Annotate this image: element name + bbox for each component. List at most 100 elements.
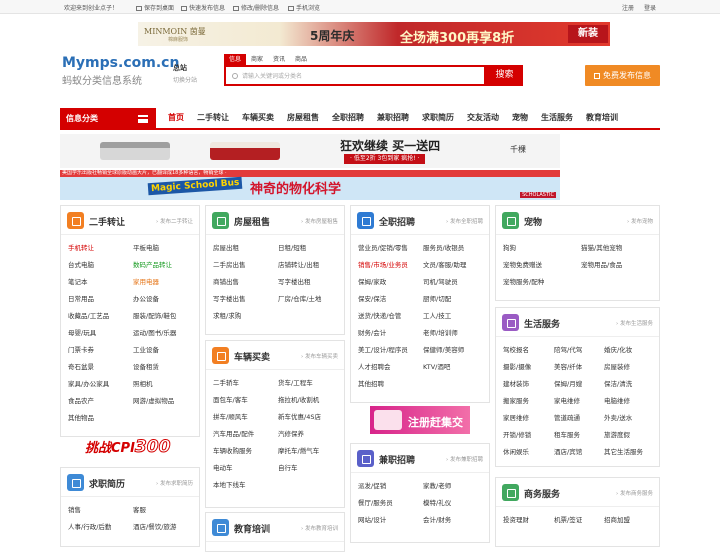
category-link[interactable]: 休闲娱乐 [503, 446, 529, 456]
section-post-link[interactable]: › 发布求职简历 [156, 479, 193, 487]
category-link[interactable]: 销售/市场/业务员 [358, 259, 408, 269]
search-tab-shops[interactable]: 商家 [246, 54, 268, 65]
category-link[interactable]: 保姆/家政 [358, 276, 386, 286]
category-link[interactable]: 其他招聘 [358, 378, 384, 388]
category-link[interactable]: 美容/纤体 [554, 361, 582, 371]
category-link[interactable]: 服务员/收银员 [423, 242, 464, 252]
category-link[interactable]: 二手房出售 [213, 259, 246, 269]
category-link[interactable]: 收藏品/工艺品 [68, 310, 109, 320]
section-post-link[interactable]: › 发布兼职招聘 [446, 455, 483, 463]
category-link[interactable]: 财务/会计 [358, 327, 386, 337]
category-link[interactable]: 其他物品 [68, 412, 94, 422]
search-tab-goods[interactable]: 商品 [290, 54, 312, 65]
category-link[interactable]: 自行车 [278, 462, 298, 472]
category-link[interactable]: 二手轿车 [213, 377, 239, 387]
category-link[interactable]: 派发/促销 [358, 480, 386, 490]
category-link[interactable]: 汽车用品/配件 [213, 428, 254, 438]
category-link[interactable]: 司机/驾驶员 [423, 276, 458, 286]
category-link[interactable]: 文员/客服/助理 [423, 259, 466, 269]
search-tab-info[interactable]: 信息 [224, 54, 247, 65]
category-link[interactable]: 管道疏通 [554, 412, 580, 422]
category-link[interactable]: 房屋装修 [604, 361, 630, 371]
category-link[interactable]: 厂房/仓库/土地 [278, 293, 321, 303]
category-link[interactable]: 房屋出租 [213, 242, 239, 252]
nav-ershou[interactable]: 二手转让 [197, 108, 229, 128]
category-link[interactable]: 运动/图书/乐器 [133, 327, 176, 337]
category-link[interactable]: 外卖/送水 [604, 412, 632, 422]
category-link[interactable]: 写字楼出售 [213, 293, 246, 303]
category-link[interactable]: 办公设备 [133, 293, 159, 303]
category-link[interactable]: 食品农产 [68, 395, 94, 405]
section-post-link[interactable]: › 发布商务服务 [616, 489, 653, 497]
register-link[interactable]: 注册 [622, 3, 634, 12]
nav-fangwu[interactable]: 房屋租售 [287, 108, 319, 128]
category-link[interactable]: 会计/财务 [423, 514, 451, 524]
category-link[interactable]: 家用电器 [133, 276, 159, 286]
category-link[interactable]: 送货/快递/仓管 [358, 310, 401, 320]
category-link[interactable]: 台式电脑 [68, 259, 94, 269]
category-link[interactable]: 其它生活服务 [604, 446, 643, 456]
nav-shenghuo[interactable]: 生活服务 [541, 108, 573, 128]
category-link[interactable]: 家电维修 [554, 395, 580, 405]
nav-jianzhi[interactable]: 兼职招聘 [377, 108, 409, 128]
category-link[interactable]: 奇石盆景 [68, 361, 94, 371]
category-link[interactable]: 车辆收购服务 [213, 445, 252, 455]
category-link[interactable]: 数码产品转让 [133, 259, 172, 269]
category-link[interactable]: 宠物用品/食品 [581, 259, 622, 269]
section-post-link[interactable]: › 发布房屋租售 [301, 217, 338, 225]
category-link[interactable]: 店铺转让/出租 [278, 259, 319, 269]
category-link[interactable]: 营业员/促销/零售 [358, 242, 408, 252]
category-link[interactable]: 求租/求购 [213, 310, 241, 320]
category-link[interactable]: 美工/设计/程序员 [358, 344, 408, 354]
cpi-ad[interactable]: 挑战CPI300 [85, 437, 181, 459]
category-link[interactable]: 餐厅/服务员 [358, 497, 393, 507]
category-link[interactable]: 搬家服务 [503, 395, 529, 405]
site-logo[interactable]: Mymps.com.cn 蚂蚁分类信息系统 [62, 55, 179, 87]
category-link[interactable]: 开锁/修锁 [503, 429, 531, 439]
category-link[interactable]: 日常用品 [68, 293, 94, 303]
nav-jiaoyu[interactable]: 教育培训 [586, 108, 618, 128]
nav-home[interactable]: 首页 [168, 108, 184, 128]
section-post-link[interactable]: › 发布车辆买卖 [301, 352, 338, 360]
category-link[interactable]: 人事/行政/后勤 [68, 521, 111, 531]
top-banner-ad[interactable]: MINMOIN 茵曼 棉麻服饰 5周年庆 全场满300再享8折 新装 [138, 22, 610, 46]
category-link[interactable]: 机票/签证 [554, 514, 582, 524]
mobile-link[interactable]: 手机浏览 [288, 3, 320, 12]
category-link[interactable]: 陪驾/代驾 [554, 344, 582, 354]
category-link[interactable]: 厨师/切配 [423, 293, 451, 303]
category-link[interactable]: 人才招聘会 [358, 361, 391, 371]
switch-station-link[interactable]: 切换分站 [173, 75, 197, 84]
category-link[interactable]: 网站/设计 [358, 514, 386, 524]
search-button[interactable]: 搜索 [486, 65, 523, 86]
category-link[interactable]: 服装/配饰/鞋包 [133, 310, 176, 320]
category-link[interactable]: 汽修保养 [278, 428, 304, 438]
category-link[interactable]: 货车/工程车 [278, 377, 313, 387]
furniture-ad-banner[interactable]: 狂欢继续 买一送四 · 低至2折 3包到家 疯抢! · 千棵 [60, 134, 560, 168]
category-link[interactable]: 写字楼出租 [278, 276, 311, 286]
category-link[interactable]: 保洁/清洗 [604, 378, 632, 388]
category-link[interactable]: 狗狗 [503, 242, 516, 252]
category-link[interactable]: 宠物免费赠送 [503, 259, 542, 269]
section-post-link[interactable]: › 发布生活服务 [616, 319, 653, 327]
save-desktop-link[interactable]: 保存到桌面 [136, 3, 174, 12]
category-link[interactable]: 新车优惠/4S店 [278, 411, 321, 421]
category-link[interactable]: 日租/短租 [278, 242, 306, 252]
category-link[interactable]: 家居维修 [503, 412, 529, 422]
category-link[interactable]: 平板电脑 [133, 242, 159, 252]
section-post-link[interactable]: › 发布二手转让 [156, 217, 193, 225]
category-link[interactable]: 网游/虚拟物品 [133, 395, 174, 405]
category-link[interactable]: 保安/保洁 [358, 293, 386, 303]
quick-post-link[interactable]: 快速发布信息 [181, 3, 225, 12]
category-link[interactable]: 面包车/客车 [213, 394, 248, 404]
category-link[interactable]: 保姆/月嫂 [554, 378, 582, 388]
category-link[interactable]: 照相机 [133, 378, 153, 388]
register-ad[interactable]: 注册赶集交 [370, 406, 470, 434]
category-link[interactable]: 保健师/美容师 [423, 344, 464, 354]
category-link[interactable]: 门票卡券 [68, 344, 94, 354]
category-link[interactable]: 设备租赁 [133, 361, 159, 371]
category-link[interactable]: 旅游度假 [604, 429, 630, 439]
category-link[interactable]: 酒店/宾馆 [554, 446, 582, 456]
category-link[interactable]: 手机转让 [68, 242, 94, 252]
search-input[interactable]: 请输入关键词或分类名 [224, 65, 486, 86]
nav-jiaoyou[interactable]: 交友活动 [467, 108, 499, 128]
